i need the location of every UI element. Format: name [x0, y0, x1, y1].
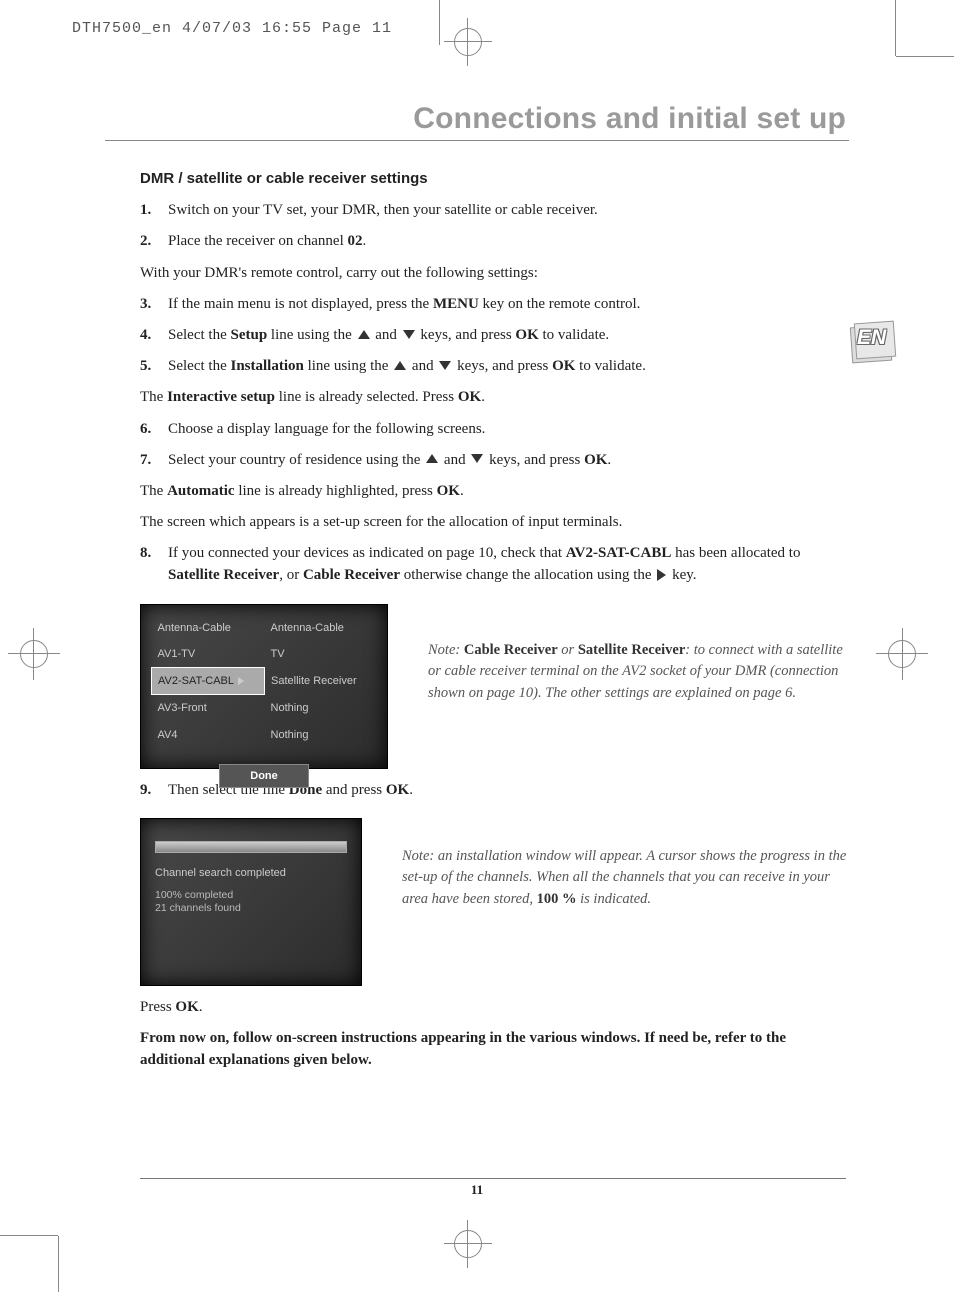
screenshot-menu-row: AV1-TVTV	[152, 641, 377, 668]
screenshot-menu-row: AV2-SAT-CABLSatellite Receiver	[152, 668, 377, 695]
crop-mark	[902, 628, 903, 680]
page-title: Connections and initial set up	[413, 102, 846, 136]
screenshot-channel-search: Channel search completed 100% completed2…	[140, 818, 362, 986]
registration-mark	[454, 1230, 482, 1258]
note-text: Note: Cable Receiver or Satellite Receiv…	[428, 596, 850, 704]
crop-mark	[467, 1220, 468, 1268]
registration-mark	[20, 640, 48, 668]
page-number: 11	[0, 1182, 954, 1198]
crop-mark	[444, 41, 492, 42]
up-arrow-icon	[358, 330, 370, 339]
screenshot-setup-menu: Antenna-CableAntenna-CableAV1-TVTVAV2-SA…	[140, 604, 388, 769]
footer-rule	[140, 1178, 846, 1179]
screenshot-text: Channel search completed	[155, 865, 347, 881]
crop-mark	[467, 18, 468, 66]
figure-row-1: Antenna-CableAntenna-CableAV1-TVTVAV2-SA…	[140, 596, 850, 779]
final-instruction: From now on, follow on-screen instructio…	[140, 1027, 850, 1071]
step-5: 5.Select the Installation line using the…	[140, 355, 850, 377]
crop-mark	[895, 0, 896, 56]
registration-mark	[454, 28, 482, 56]
note-text: Note: an installation window will appear…	[402, 810, 850, 910]
step-8: 8.If you connected your devices as indic…	[140, 542, 850, 586]
crop-mark	[439, 0, 440, 45]
section-heading: DMR / satellite or cable receiver settin…	[140, 168, 850, 190]
crop-mark	[8, 653, 60, 654]
figure-row-2: Channel search completed 100% completed2…	[140, 810, 850, 996]
paragraph: The Automatic line is already highlighte…	[140, 480, 850, 502]
step-2: 2.Place the receiver on channel 02.	[140, 230, 850, 252]
paragraph: Press OK.	[140, 996, 850, 1018]
language-code: EN	[857, 326, 886, 350]
header-slug: DTH7500_en 4/07/03 16:55 Page 11	[72, 20, 392, 37]
step-6: 6.Choose a display language for the foll…	[140, 418, 850, 440]
paragraph: The screen which appears is a set-up scr…	[140, 511, 850, 533]
step-7: 7.Select your country of residence using…	[140, 449, 850, 471]
body-content: DMR / satellite or cable receiver settin…	[140, 168, 850, 1080]
up-arrow-icon	[426, 454, 438, 463]
step-1: 1.Switch on your TV set, your DMR, then …	[140, 199, 850, 221]
crop-mark	[444, 1243, 492, 1244]
crop-mark	[896, 56, 954, 57]
progress-bar	[155, 841, 347, 853]
screenshot-done-button: Done	[219, 764, 309, 788]
header-rule	[105, 140, 849, 141]
paragraph: With your DMR's remote control, carry ou…	[140, 262, 850, 284]
down-arrow-icon	[471, 454, 483, 463]
paragraph: The Interactive setup line is already se…	[140, 386, 850, 408]
screenshot-menu-row: AV3-FrontNothing	[152, 695, 377, 722]
step-4: 4.Select the Setup line using the and ke…	[140, 324, 850, 346]
up-arrow-icon	[394, 361, 406, 370]
screenshot-menu-row: AV4Nothing	[152, 722, 377, 748]
screenshot-text: 100% completed21 channels found	[155, 889, 347, 914]
crop-mark	[876, 653, 928, 654]
down-arrow-icon	[439, 361, 451, 370]
crop-mark	[58, 1236, 59, 1292]
right-arrow-icon	[657, 569, 666, 581]
crop-mark	[33, 628, 34, 680]
screenshot-menu-row: Antenna-CableAntenna-Cable	[152, 615, 377, 641]
down-arrow-icon	[403, 330, 415, 339]
crop-mark	[0, 1235, 58, 1236]
step-3: 3.If the main menu is not displayed, pre…	[140, 293, 850, 315]
